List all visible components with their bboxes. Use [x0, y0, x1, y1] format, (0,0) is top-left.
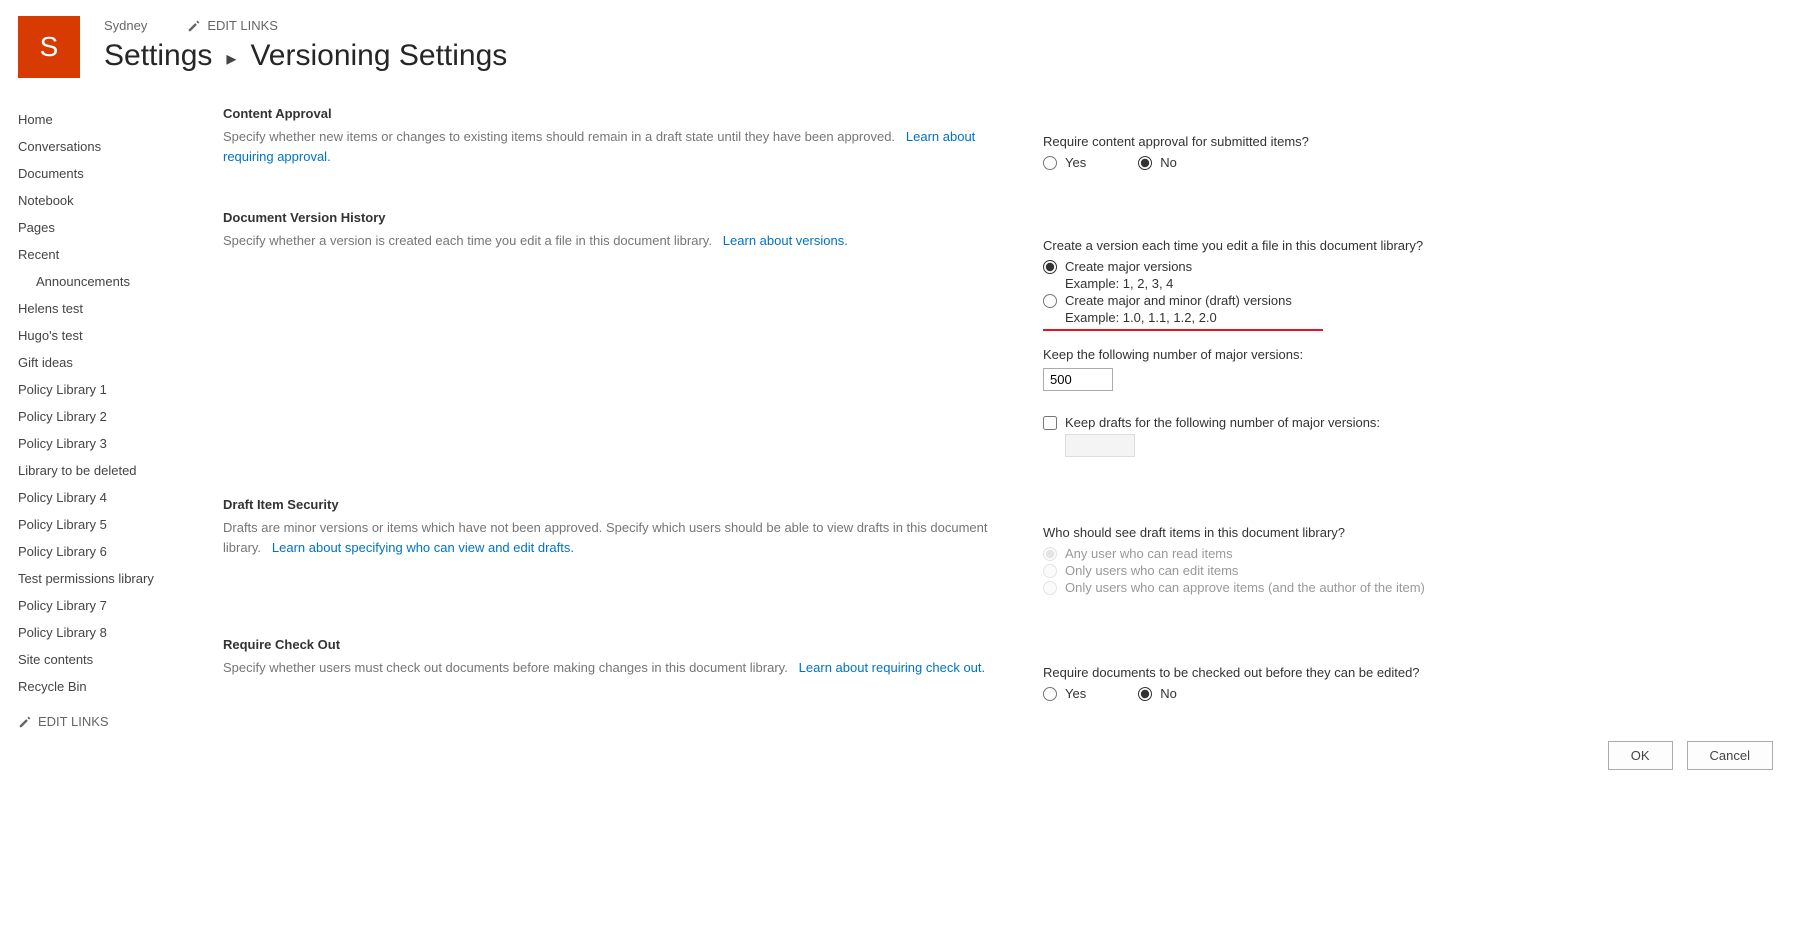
keep-drafts-checkbox[interactable]: [1043, 416, 1057, 430]
keep-major-label: Keep the following number of major versi…: [1043, 347, 1783, 362]
annotation-underline: [1043, 329, 1323, 331]
sidebar-item[interactable]: Recycle Bin: [18, 673, 223, 700]
approval-no-radio[interactable]: [1138, 156, 1152, 170]
sidebar-item[interactable]: Hugo's test: [18, 322, 223, 349]
edit-links-label: EDIT LINKS: [38, 714, 109, 729]
minor-versions-radio[interactable]: [1043, 294, 1057, 308]
chevron-right-icon: ▸: [226, 46, 236, 71]
checkout-desc: Specify whether users must check out doc…: [223, 660, 788, 675]
sidebar-item[interactable]: Library to be deleted: [18, 457, 223, 484]
major-versions-radio[interactable]: [1043, 260, 1057, 274]
draft-edit-label: Only users who can edit items: [1065, 563, 1238, 578]
pencil-icon: [187, 19, 201, 33]
learn-versions-link[interactable]: Learn about versions.: [723, 233, 848, 248]
sidebar-item[interactable]: Test permissions library: [18, 565, 223, 592]
sidebar-item[interactable]: Policy Library 5: [18, 511, 223, 538]
checkout-no-radio[interactable]: [1138, 687, 1152, 701]
sidebar-item[interactable]: Policy Library 6: [18, 538, 223, 565]
content-approval-title: Content Approval: [223, 106, 1013, 121]
version-history-desc: Specify whether a version is created eac…: [223, 233, 712, 248]
breadcrumb-settings[interactable]: Settings: [104, 39, 212, 73]
sidebar: HomeConversationsDocumentsNotebookPagesR…: [18, 106, 223, 770]
draft-any-radio: [1043, 547, 1057, 561]
keep-major-input[interactable]: [1043, 368, 1113, 391]
cancel-button[interactable]: Cancel: [1687, 741, 1773, 770]
sidebar-item[interactable]: Announcements: [18, 268, 223, 295]
approval-no-label: No: [1160, 155, 1177, 170]
sidebar-item[interactable]: Policy Library 1: [18, 376, 223, 403]
keep-drafts-input: [1065, 434, 1135, 457]
sidebar-item[interactable]: Gift ideas: [18, 349, 223, 376]
sidebar-item[interactable]: Policy Library 7: [18, 592, 223, 619]
sidebar-item[interactable]: Documents: [18, 160, 223, 187]
approval-yes-radio[interactable]: [1043, 156, 1057, 170]
sidebar-item[interactable]: Helens test: [18, 295, 223, 322]
breadcrumb: Settings ▸ Versioning Settings: [104, 39, 1783, 73]
version-history-title: Document Version History: [223, 210, 1013, 225]
sidebar-item[interactable]: Pages: [18, 214, 223, 241]
major-versions-example: Example: 1, 2, 3, 4: [1065, 276, 1783, 291]
draft-security-title: Draft Item Security: [223, 497, 1013, 512]
checkout-no-label: No: [1160, 686, 1177, 701]
ok-button[interactable]: OK: [1608, 741, 1673, 770]
approval-yes-label: Yes: [1065, 155, 1086, 170]
section-checkout: Require Check Out Specify whether users …: [223, 637, 1783, 701]
checkout-yes-label: Yes: [1065, 686, 1086, 701]
sidebar-item[interactable]: Home: [18, 106, 223, 133]
checkout-title: Require Check Out: [223, 637, 1013, 652]
sidebar-item[interactable]: Policy Library 4: [18, 484, 223, 511]
edit-links-top[interactable]: EDIT LINKS: [187, 18, 278, 33]
header: S Sydney EDIT LINKS Settings ▸ Versionin…: [18, 0, 1783, 78]
site-name-link[interactable]: Sydney: [104, 18, 147, 33]
site-logo[interactable]: S: [18, 16, 80, 78]
version-question: Create a version each time you edit a fi…: [1043, 238, 1783, 253]
pencil-icon: [18, 715, 32, 729]
breadcrumb-page: Versioning Settings: [250, 39, 507, 73]
sidebar-item[interactable]: Site contents: [18, 646, 223, 673]
sidebar-item[interactable]: Policy Library 8: [18, 619, 223, 646]
content-approval-desc: Specify whether new items or changes to …: [223, 129, 895, 144]
learn-checkout-link[interactable]: Learn about requiring check out.: [799, 660, 985, 675]
checkout-question: Require documents to be checked out befo…: [1043, 665, 1783, 680]
header-right: Sydney EDIT LINKS Settings ▸ Versioning …: [104, 16, 1783, 73]
keep-drafts-label: Keep drafts for the following number of …: [1065, 415, 1380, 430]
edit-links-label: EDIT LINKS: [207, 18, 278, 33]
learn-drafts-link[interactable]: Learn about specifying who can view and …: [272, 540, 574, 555]
sidebar-item[interactable]: Notebook: [18, 187, 223, 214]
draft-security-question: Who should see draft items in this docum…: [1043, 525, 1783, 540]
draft-any-label: Any user who can read items: [1065, 546, 1233, 561]
section-content-approval: Content Approval Specify whether new ite…: [223, 106, 1783, 170]
draft-approve-label: Only users who can approve items (and th…: [1065, 580, 1425, 595]
section-version-history: Document Version History Specify whether…: [223, 210, 1783, 457]
draft-approve-radio: [1043, 581, 1057, 595]
sidebar-item[interactable]: Policy Library 3: [18, 430, 223, 457]
minor-versions-label: Create major and minor (draft) versions: [1065, 293, 1292, 308]
minor-versions-example: Example: 1.0, 1.1, 1.2, 2.0: [1065, 310, 1783, 325]
sidebar-item[interactable]: Recent: [18, 241, 223, 268]
checkout-yes-radio[interactable]: [1043, 687, 1057, 701]
draft-edit-radio: [1043, 564, 1057, 578]
section-draft-security: Draft Item Security Drafts are minor ver…: [223, 497, 1783, 597]
sidebar-item[interactable]: Policy Library 2: [18, 403, 223, 430]
edit-links-sidebar[interactable]: EDIT LINKS: [18, 714, 223, 729]
main-content: Content Approval Specify whether new ite…: [223, 106, 1783, 770]
button-bar: OK Cancel: [223, 741, 1783, 770]
sidebar-item[interactable]: Conversations: [18, 133, 223, 160]
content-approval-question: Require content approval for submitted i…: [1043, 134, 1783, 149]
major-versions-label: Create major versions: [1065, 259, 1192, 274]
